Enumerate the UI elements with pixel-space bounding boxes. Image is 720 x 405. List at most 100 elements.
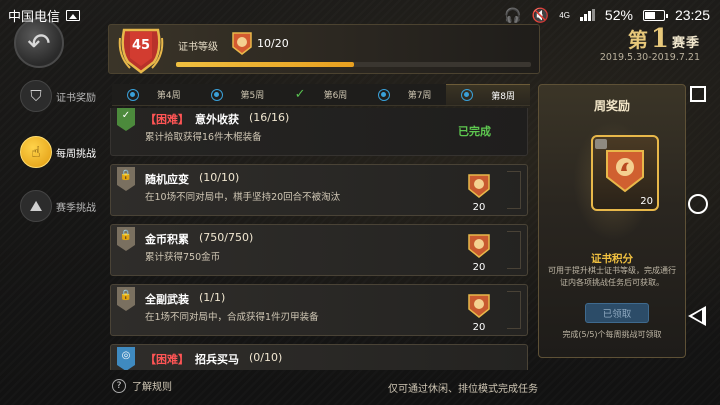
back-arrow-icon: ↶ xyxy=(27,26,51,60)
task-desc: 在10场不同对局中，棋手坚持20回合不被淘汰 xyxy=(145,192,341,203)
task-title: 全副武装 (1/1) xyxy=(145,291,225,307)
check-icon: ✓ xyxy=(294,87,306,102)
clock: 23:25 xyxy=(674,7,710,23)
corner-decoration xyxy=(507,291,521,329)
system-nav xyxy=(686,80,714,340)
reward-amount: 20 xyxy=(472,202,486,213)
network-type: 4G xyxy=(559,10,570,20)
mute-icon: 🔇 xyxy=(531,6,550,23)
reward-card: 20 xyxy=(591,135,659,211)
weekly-reward-footer: 完成(5/5)个每周挑战可领取 xyxy=(562,330,662,339)
cert-progress-text: 10/20 xyxy=(257,37,289,50)
task-status: 已完成 xyxy=(458,125,491,138)
task-desc: 在1场不同对局中，合成获得1件刃甲装备 xyxy=(145,312,319,323)
back-triangle-icon[interactable] xyxy=(688,306,706,326)
task-card: ◎ 【困难】 招兵买马 (0/10) xyxy=(110,344,528,370)
week-label: 第6周 xyxy=(323,91,348,101)
cert-point-icon xyxy=(606,150,644,193)
cert-level-number: 45 xyxy=(131,38,151,53)
carrier-label: 中国电信 xyxy=(8,8,61,24)
target-icon xyxy=(461,89,474,101)
task-list[interactable]: ✓ 【困难】 意外收获 (16/16) 累计拾取获得16件木棍装备 已完成 🔒 … xyxy=(108,108,530,370)
weekly-reward-desc: 可用于提升棋士证书等级，完成通行证内各项挑战任务后可获取。 xyxy=(548,266,676,287)
footer-note: 仅可通过休闲、排位模式完成任务 xyxy=(388,384,538,395)
reward-amount: 20 xyxy=(472,262,486,273)
tab-week-5[interactable]: 第5周 xyxy=(196,84,280,105)
home-icon[interactable] xyxy=(688,194,708,214)
tap-icon: ☝ xyxy=(20,136,52,168)
weekly-reward-subtitle: 证书积分 xyxy=(591,253,633,265)
task-desc: 累计获得750金币 xyxy=(145,252,221,263)
tab-week-6[interactable]: ✓ 第6周 xyxy=(279,84,363,105)
cert-point-icon xyxy=(232,32,252,55)
week-tabs: 第4周 第5周 ✓ 第6周 第7周 第8周 xyxy=(112,84,530,106)
task-desc: 累计拾取获得16件木棍装备 xyxy=(145,132,262,143)
corner-decoration xyxy=(507,231,521,269)
cert-point-icon xyxy=(468,234,490,258)
cert-level-label: 证书等级 xyxy=(178,42,218,53)
check-tag-icon: ✓ xyxy=(117,108,135,131)
cert-progress-bar xyxy=(176,62,531,67)
reward-amount: 20 xyxy=(472,322,486,333)
season-dates: 2019.5.30-2019.7.21 xyxy=(599,52,700,63)
season-info: 第 1 赛季 2019.5.30-2019.7.21 xyxy=(580,24,700,68)
help-link[interactable]: ? 了解规则 xyxy=(112,378,172,393)
nav-season-challenges[interactable]: ⛰ 赛季挑战 xyxy=(20,188,110,224)
nav-cert-rewards[interactable]: ⛉ 证书奖励 xyxy=(20,78,110,114)
nav-weekly-challenges[interactable]: ☝ 每周挑战 xyxy=(20,134,110,170)
target-tag-icon: ◎ xyxy=(117,347,135,370)
nav-label: 赛季挑战 xyxy=(56,202,96,214)
task-progress: (750/750) xyxy=(199,231,254,244)
tab-week-8[interactable]: 第8周 xyxy=(446,84,530,105)
task-title: 【困难】 招兵买马 (0/10) xyxy=(145,351,282,367)
tab-week-4[interactable]: 第4周 xyxy=(112,84,196,105)
task-reward: 20 xyxy=(461,231,497,273)
task-progress: (10/10) xyxy=(199,171,240,184)
task-name: 招兵买马 xyxy=(195,353,239,366)
week-label: 第8周 xyxy=(491,91,516,102)
task-reward: 20 xyxy=(461,171,497,213)
target-icon xyxy=(126,88,139,101)
tab-week-7[interactable]: 第7周 xyxy=(363,84,447,105)
task-card: ✓ 【困难】 意外收获 (16/16) 累计拾取获得16件木棍装备 已完成 xyxy=(110,108,528,156)
task-difficulty: 【困难】 xyxy=(145,353,189,366)
recent-apps-icon[interactable] xyxy=(690,86,706,102)
task-card: 🔒 全副武装 (1/1) 在1场不同对局中，合成获得1件刃甲装备 20 xyxy=(110,284,528,336)
battery-percent: 52% xyxy=(604,7,633,23)
week-label: 第7周 xyxy=(407,91,432,101)
headset-icon: 🎧 xyxy=(504,6,522,23)
task-name: 全副武装 xyxy=(145,293,189,306)
weekly-reward-title: 周奖励 xyxy=(593,99,630,113)
lock-tag-icon: 🔒 xyxy=(117,167,135,191)
task-name: 意外收获 xyxy=(195,113,239,126)
signal-icon xyxy=(579,9,595,21)
task-progress: (0/10) xyxy=(249,351,283,364)
image-notification-icon xyxy=(66,9,81,21)
help-text: 了解规则 xyxy=(132,382,172,393)
task-name: 金币积累 xyxy=(145,233,189,246)
season-suffix: 赛季 xyxy=(671,36,700,51)
task-card: 🔒 随机应变 (10/10) 在10场不同对局中，棋手坚持20回合不被淘汰 20 xyxy=(110,164,528,216)
task-reward: 20 xyxy=(461,291,497,333)
task-name: 随机应变 xyxy=(145,173,189,186)
week-label: 第5周 xyxy=(240,91,265,101)
cert-progress-fill xyxy=(176,62,354,67)
reward-card-amount: 20 xyxy=(640,196,653,207)
task-title: 【困难】 意外收获 (16/16) xyxy=(145,111,289,127)
task-card: 🔒 金币积累 (750/750) 累计获得750金币 20 xyxy=(110,224,528,276)
target-icon xyxy=(377,88,390,101)
cert-point-icon xyxy=(468,174,490,198)
mountain-icon: ⛰ xyxy=(20,190,52,222)
corner-decoration xyxy=(507,171,521,209)
task-progress: (16/16) xyxy=(249,111,290,124)
nav-label: 每周挑战 xyxy=(56,148,96,160)
task-progress: (1/1) xyxy=(199,291,226,304)
claim-button[interactable]: 已领取 xyxy=(585,303,649,323)
target-icon xyxy=(210,88,223,101)
battery-icon xyxy=(642,9,668,21)
question-icon: ? xyxy=(112,378,126,393)
nav-label: 证书奖励 xyxy=(56,92,96,104)
cert-point-icon xyxy=(468,294,490,318)
lock-tag-icon: 🔒 xyxy=(117,227,135,251)
lock-tag-icon: 🔒 xyxy=(117,287,135,311)
